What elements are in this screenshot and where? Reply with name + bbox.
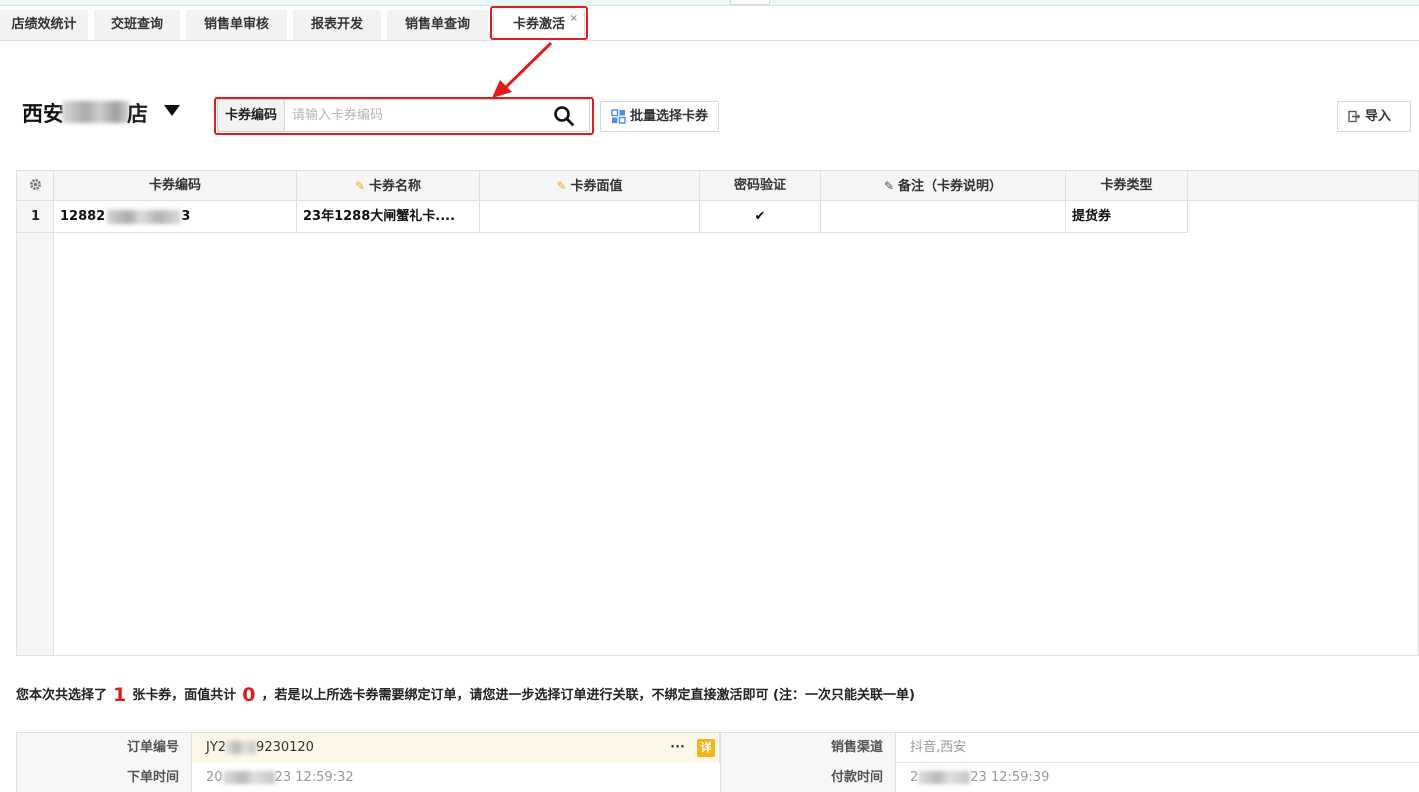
column-settings[interactable] — [17, 171, 54, 201]
pencil-icon: ✎ — [883, 179, 895, 193]
order-no-label: 订单编号 — [16, 733, 192, 763]
tab-sales-query[interactable]: 销售单查询 — [387, 10, 488, 40]
order-time-label: 下单时间 — [16, 763, 192, 792]
pencil-icon: ✎ — [354, 179, 366, 193]
cell-card-type: 提货券 — [1066, 201, 1188, 233]
row-gutter — [17, 171, 54, 655]
import-icon — [1348, 110, 1361, 123]
col-card-code[interactable]: 卡券编码 — [54, 171, 297, 201]
checkmark-icon: ✔ — [700, 201, 821, 233]
cell-card-name[interactable]: 23年1288大闸蟹礼卡.... — [297, 201, 480, 233]
store-name-redacted — [62, 101, 130, 123]
import-button[interactable]: 导入 — [1337, 101, 1411, 132]
annotation-arrow — [492, 41, 553, 98]
tab-report-dev[interactable]: 报表开发 — [293, 10, 381, 40]
col-card-value[interactable]: ✎ 卡券面值 — [480, 171, 700, 201]
search-label: 卡券编码 — [218, 100, 285, 131]
pencil-icon: ✎ — [556, 179, 567, 193]
cell-remark[interactable] — [821, 201, 1066, 233]
store-name[interactable]: 西安 — [22, 98, 64, 128]
redacted-patch — [918, 771, 971, 784]
tab-shift-query[interactable]: 交班查询 — [94, 10, 180, 40]
cell-card-value[interactable] — [480, 201, 700, 233]
card-code-search: 卡券编码 — [217, 99, 590, 132]
search-icon[interactable] — [553, 105, 575, 127]
redacted-patch — [226, 741, 257, 754]
pay-time-value: 2 23 12:59:39 — [910, 770, 1050, 785]
total-value: 0 — [242, 684, 256, 706]
order-time-value: 20 23 12:59:32 — [206, 770, 354, 785]
tab-sales-audit[interactable]: 销售单审核 — [186, 10, 287, 40]
selection-summary: 您本次共选择了 1 张卡券，面值共计 0 ，若是以上所选卡券需要绑定订单，请您进一步选择… — [16, 684, 915, 706]
form-row: 下单时间 20 23 12:59:32 付款时间 2 23 12:59:39 — [16, 763, 1419, 792]
tab-bar: 店绩效统计 交班查询 销售单审核 报表开发 销售单查询 卡券激活 × — [0, 6, 1419, 41]
selected-count: 1 — [113, 684, 127, 706]
window-notch — [730, 0, 770, 5]
channel-value: 抖音,西安 — [910, 740, 967, 755]
card-table: 卡券编码 ✎ 卡券名称 ✎ 卡券面值 密码验证 ✎ 备注（卡券说明） 卡券类型 1 1… — [16, 170, 1419, 656]
tab-store-performance[interactable]: 店绩效统计 — [0, 10, 88, 40]
form-row: 订单编号 JY2 9230120 ··· 详 销售渠道 抖音,西安 — [16, 733, 1419, 763]
row-number: 1 — [17, 201, 54, 233]
pay-time-label: 付款时间 — [720, 763, 896, 792]
redacted-patch — [222, 771, 275, 784]
col-password-check[interactable]: 密码验证 — [700, 171, 821, 201]
order-form: 订单编号 JY2 9230120 ··· 详 销售渠道 抖音,西安 下单时间 20… — [16, 732, 1419, 792]
grid-select-icon — [611, 109, 626, 124]
caret-down-icon[interactable] — [164, 105, 180, 116]
search-input[interactable] — [292, 104, 542, 127]
annotation-box-tab — [490, 6, 588, 40]
cell-card-code: 12882 3 — [54, 201, 297, 233]
col-remark[interactable]: ✎ 备注（卡券说明） — [821, 171, 1066, 201]
redacted-patch — [107, 209, 182, 224]
batch-select-button[interactable]: 批量选择卡券 — [600, 101, 720, 132]
col-card-name[interactable]: ✎ 卡券名称 — [297, 171, 480, 201]
gear-icon — [29, 179, 41, 190]
channel-label: 销售渠道 — [720, 733, 896, 763]
col-card-type[interactable]: 卡券类型 — [1066, 171, 1188, 201]
order-no-field[interactable]: JY2 9230120 ··· 详 — [192, 733, 720, 763]
table-header: 卡券编码 ✎ 卡券名称 ✎ 卡券面值 密码验证 ✎ 备注（卡券说明） 卡券类型 — [17, 171, 1418, 201]
more-icon[interactable]: ··· — [670, 733, 685, 763]
detail-badge[interactable]: 详 — [697, 739, 715, 757]
store-name-suffix: 店 — [127, 102, 148, 126]
